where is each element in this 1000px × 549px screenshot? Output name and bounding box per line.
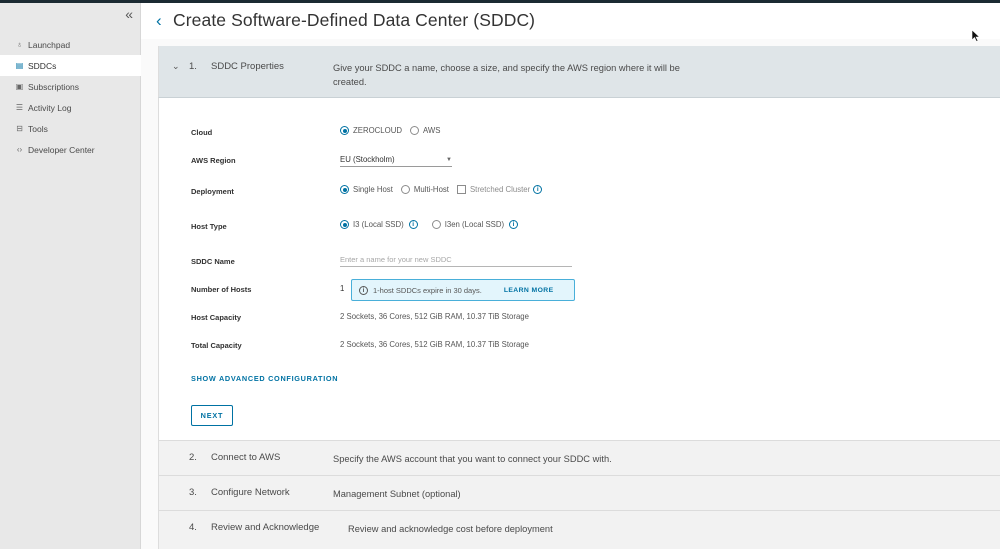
collapse-sidebar-button[interactable]: « (125, 6, 133, 22)
radio[interactable] (431, 220, 441, 229)
host-type-option-i3en[interactable]: I3en (Local SSD) (431, 220, 505, 229)
step-description: Give your SDDC a name, choose a size, an… (333, 61, 680, 89)
sidebar-item-subscriptions[interactable]: ▣ Subscriptions (0, 76, 141, 97)
option-label: Stretched Cluster (469, 185, 531, 194)
step-description: Review and acknowledge cost before deplo… (348, 524, 553, 534)
total-capacity-label: Total Capacity (191, 341, 242, 350)
cloud-option-aws[interactable]: AWS (409, 126, 441, 135)
option-label: Single Host (353, 185, 393, 194)
aws-region-select[interactable]: EU (Stockholm) ▼ (340, 153, 452, 167)
step-name: Configure Network (211, 487, 290, 498)
host-type-option-i3[interactable]: I3 (Local SSD) (340, 220, 404, 229)
option-label: ZEROCLOUD (353, 126, 402, 135)
info-icon[interactable]: i (509, 220, 519, 229)
rocket-icon: ♁ (16, 40, 23, 49)
aws-region-label: AWS Region (191, 156, 236, 165)
step-description: Specify the AWS account that you want to… (333, 454, 612, 464)
radio-selected[interactable] (340, 126, 349, 135)
option-label: AWS (422, 126, 441, 135)
step-description-line-2: created. (333, 77, 367, 87)
list-icon: ☰ (15, 103, 24, 112)
step-number: 4. (189, 522, 197, 533)
calendar-icon: ▣ (15, 82, 24, 91)
sidebar-nav: ♁ Launchpad ▤ SDDCs ▣ Subscriptions ☰ Ac… (0, 34, 141, 160)
host-expiry-alert: i 1-host SDDCs expire in 30 days. LEARN … (351, 279, 575, 301)
sidebar-item-label: Tools (28, 123, 48, 134)
sddc-name-input[interactable] (340, 253, 572, 267)
sidebar-item-label: Launchpad (28, 39, 71, 50)
total-capacity-value: 2 Sockets, 36 Cores, 512 GiB RAM, 10.37 … (340, 340, 529, 349)
option-label: I3en (Local SSD) (444, 220, 505, 229)
host-type-options: I3 (Local SSD) i I3en (Local SSD) i (340, 220, 519, 229)
radio[interactable] (409, 126, 419, 135)
mouse-cursor-icon (972, 30, 980, 42)
sddc-properties-form: Cloud ZEROCLOUD AWS AWS Region EU (Stock… (158, 98, 1000, 440)
cloud-options: ZEROCLOUD AWS (340, 126, 448, 135)
deployment-option-single-host[interactable]: Single Host (340, 185, 393, 194)
chevron-down-icon: ▼ (446, 156, 452, 163)
page-header: ‹ Create Software-Defined Data Center (S… (141, 3, 1000, 42)
show-advanced-configuration-link[interactable]: SHOW ADVANCED CONFIGURATION (191, 374, 338, 383)
option-label: I3 (Local SSD) (353, 220, 404, 229)
step-number: 3. (189, 487, 197, 498)
radio-selected[interactable] (340, 220, 349, 229)
number-of-hosts-value[interactable]: 1 (340, 284, 344, 293)
cloud-label: Cloud (191, 128, 213, 137)
number-of-hosts-label: Number of Hosts (191, 285, 252, 294)
deployment-options: Single Host Multi-Host Stretched Cluster… (340, 185, 543, 194)
step-description-line-1: Give your SDDC a name, choose a size, an… (333, 63, 680, 73)
info-icon[interactable]: i (533, 185, 543, 194)
step-name: Connect to AWS (211, 452, 281, 463)
option-label: Multi-Host (413, 185, 449, 194)
sidebar-item-label: SDDCs (28, 60, 57, 71)
next-button[interactable]: NEXT (191, 405, 233, 426)
step-number: 1. (189, 61, 197, 72)
step-4-header[interactable]: 4. Review and Acknowledge Review and ack… (158, 510, 1000, 549)
host-capacity-value: 2 Sockets, 36 Cores, 512 GiB RAM, 10.37 … (340, 312, 529, 321)
deployment-label: Deployment (191, 187, 234, 196)
sidebar-item-label: Activity Log (28, 102, 72, 113)
sidebar-item-activity-log[interactable]: ☰ Activity Log (0, 97, 141, 118)
sidebar: « ♁ Launchpad ▤ SDDCs ▣ Subscriptions ☰ … (0, 3, 141, 549)
step-description: Management Subnet (optional) (333, 489, 461, 499)
main-content: ‹ Create Software-Defined Data Center (S… (141, 3, 1000, 549)
deployment-option-stretched-cluster[interactable]: Stretched Cluster (456, 185, 531, 194)
sddc-name-label: SDDC Name (191, 257, 235, 266)
region-value: EU (Stockholm) (340, 155, 395, 164)
host-type-label: Host Type (191, 222, 227, 231)
radio-selected[interactable] (340, 185, 349, 194)
cloud-option-zerocloud[interactable]: ZEROCLOUD (340, 126, 402, 135)
code-icon: ‹› (16, 145, 23, 154)
sidebar-item-label: Subscriptions (28, 81, 80, 92)
chevron-left-icon[interactable]: ‹ (156, 11, 162, 31)
step-number: 2. (189, 452, 197, 463)
deployment-option-multi-host[interactable]: Multi-Host (400, 185, 449, 194)
step-2-header[interactable]: 2. Connect to AWS Specify the AWS accoun… (158, 440, 1000, 475)
step-3-header[interactable]: 3. Configure Network Management Subnet (… (158, 475, 1000, 510)
step-name: SDDC Properties (211, 61, 284, 72)
sidebar-item-launchpad[interactable]: ♁ Launchpad (0, 34, 141, 55)
info-icon[interactable]: i (408, 220, 418, 229)
host-capacity-label: Host Capacity (191, 313, 242, 322)
sidebar-item-label: Developer Center (28, 144, 95, 155)
info-icon: i (359, 285, 368, 295)
region-dropdown[interactable]: EU (Stockholm) ▼ (340, 153, 452, 167)
sidebar-item-developer-center[interactable]: ‹› Developer Center (0, 139, 141, 160)
toolbox-icon: ⊟ (16, 124, 23, 133)
step-1-header[interactable]: ⌄ 1. SDDC Properties Give your SDDC a na… (158, 46, 1000, 98)
learn-more-link[interactable]: LEARN MORE (504, 287, 554, 294)
page-title: Create Software-Defined Data Center (SDD… (173, 10, 536, 30)
checkbox[interactable] (456, 185, 466, 194)
step-name: Review and Acknowledge (211, 522, 320, 533)
radio[interactable] (400, 185, 410, 194)
sidebar-item-sddcs[interactable]: ▤ SDDCs (0, 55, 141, 76)
sddc-name-field-wrap (340, 253, 572, 267)
grid-icon: ▤ (15, 61, 24, 70)
sidebar-item-tools[interactable]: ⊟ Tools (0, 118, 141, 139)
chevron-down-icon: ⌄ (172, 61, 180, 71)
alert-text: 1-host SDDCs expire in 30 days. (373, 285, 482, 295)
